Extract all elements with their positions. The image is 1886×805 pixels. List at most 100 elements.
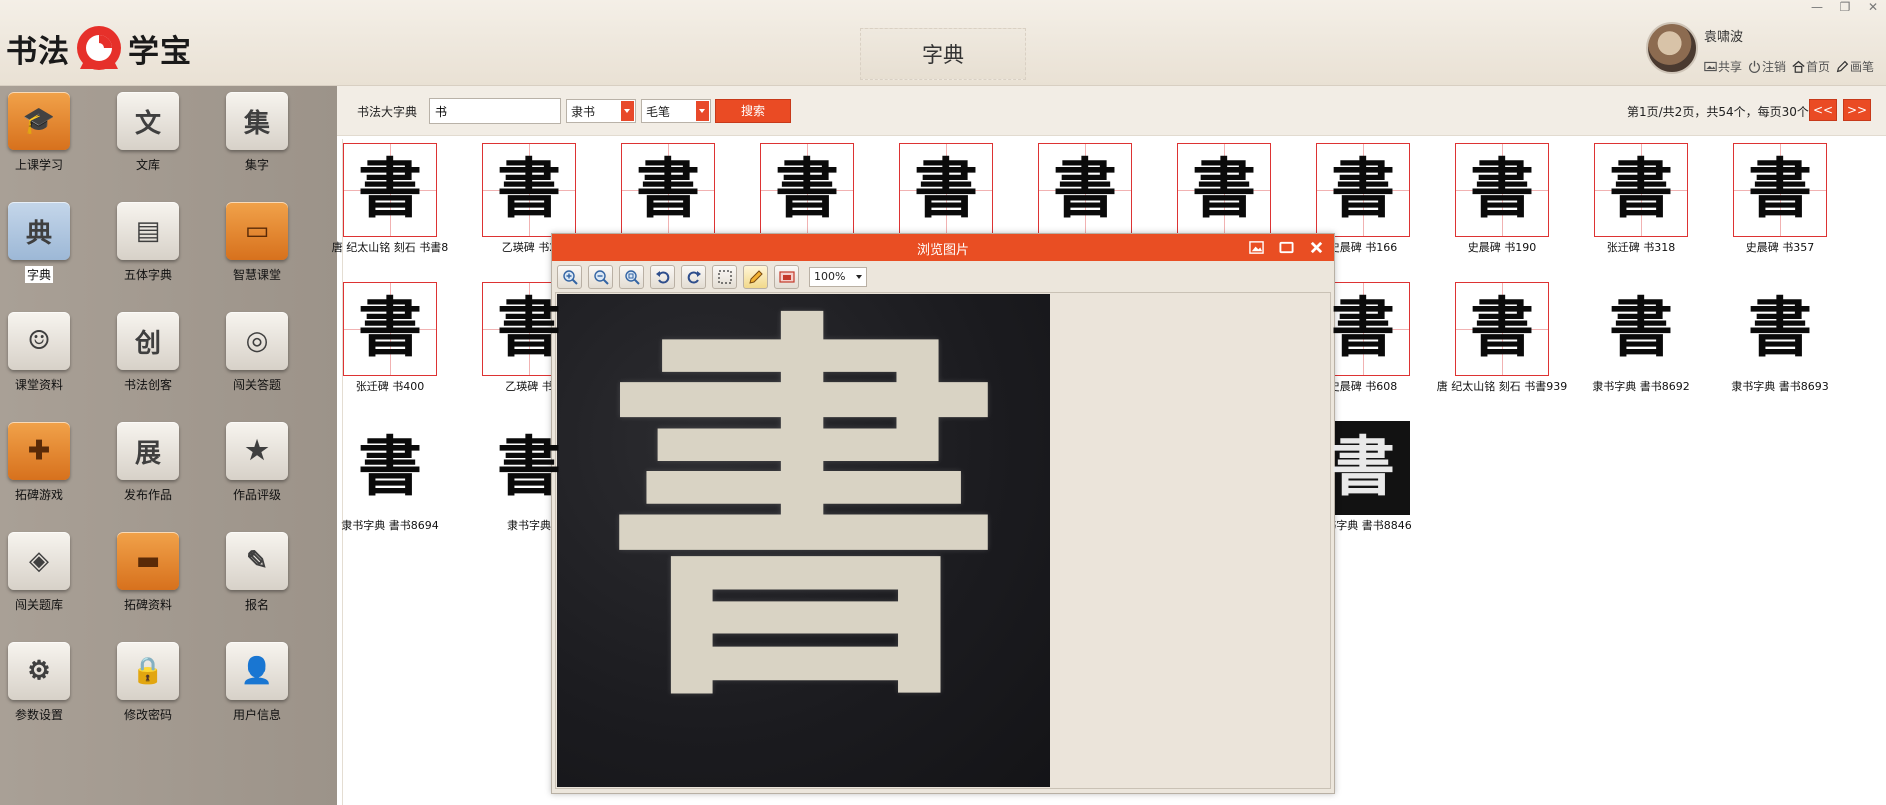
- create-icon[interactable]: 创: [117, 312, 179, 370]
- result-card[interactable]: 書张迁碑 书318: [1574, 143, 1708, 254]
- viewer-canvas[interactable]: 書: [555, 292, 1331, 789]
- character-thumbnail[interactable]: 書: [1733, 143, 1827, 237]
- writing-tool-select[interactable]: 毛笔: [641, 99, 711, 123]
- character-thumbnail[interactable]: 書: [760, 143, 854, 237]
- search-button[interactable]: 搜索: [715, 99, 791, 123]
- thumbnail-character: 書: [1331, 152, 1395, 227]
- collect-characters-icon[interactable]: 集: [226, 92, 288, 150]
- sidebar-item[interactable]: ★ 作品评级: [207, 422, 307, 503]
- sidebar-item[interactable]: ◎ 闯关答题: [207, 312, 307, 393]
- result-card[interactable]: 書隶书字典 書书8694: [323, 421, 457, 532]
- zoom-out-icon[interactable]: [588, 265, 613, 289]
- people-group-icon[interactable]: ☺: [8, 312, 70, 370]
- user-icon[interactable]: 👤: [226, 642, 288, 700]
- rotate-left-icon[interactable]: [650, 265, 675, 289]
- viewer-titlebar[interactable]: 浏览图片: [552, 234, 1334, 261]
- smart-classroom-icon[interactable]: ▭: [226, 202, 288, 260]
- library-icon[interactable]: 文: [117, 92, 179, 150]
- sidebar-item[interactable]: 文文库: [98, 92, 198, 173]
- sidebar-item-label: 拓碑游戏: [14, 488, 63, 502]
- zoom-level-select[interactable]: 100%: [809, 267, 867, 287]
- sidebar-item[interactable]: 创书法创客: [98, 312, 198, 393]
- zoom-in-icon[interactable]: [557, 265, 582, 289]
- chevron-down-icon[interactable]: [621, 101, 634, 121]
- prev-page-button[interactable]: <<: [1809, 99, 1837, 121]
- zoom-fit-icon[interactable]: [619, 265, 644, 289]
- sidebar-item[interactable]: 👤 用户信息: [207, 642, 307, 723]
- gamepad-icon[interactable]: ✚: [8, 422, 70, 480]
- script-style-select[interactable]: 隶书: [566, 99, 636, 123]
- rotate-right-icon[interactable]: [681, 265, 706, 289]
- result-card[interactable]: 書: [740, 143, 874, 241]
- result-card[interactable]: 書张迁碑 书400: [323, 282, 457, 393]
- picture-icon[interactable]: [1246, 238, 1266, 256]
- character-thumbnail[interactable]: 書: [1455, 143, 1549, 237]
- close-icon[interactable]: ✕: [1866, 0, 1880, 14]
- select-area-icon[interactable]: [712, 265, 737, 289]
- character-thumbnail[interactable]: 書: [482, 143, 576, 237]
- dictionary-icon[interactable]: 典: [8, 202, 70, 260]
- quiz-challenge-icon[interactable]: ◎: [226, 312, 288, 370]
- sidebar-item[interactable]: ☺ 课堂资料: [0, 312, 89, 393]
- character-thumbnail[interactable]: 書: [1038, 143, 1132, 237]
- character-thumbnail[interactable]: 書: [343, 421, 437, 515]
- character-thumbnail[interactable]: 書: [1594, 143, 1688, 237]
- logout-link[interactable]: 注销: [1748, 58, 1786, 75]
- home-link[interactable]: 首页: [1792, 58, 1830, 75]
- five-styles-book-icon[interactable]: ▤: [117, 202, 179, 260]
- character-thumbnail[interactable]: 書: [1316, 421, 1410, 515]
- character-thumbnail[interactable]: 書: [1316, 143, 1410, 237]
- result-card[interactable]: 書隶书字典 書书8692: [1574, 282, 1708, 393]
- sidebar-item[interactable]: ▤ 五体字典: [98, 202, 198, 283]
- sidebar-item[interactable]: 集集字: [207, 92, 307, 173]
- character-thumbnail[interactable]: 書: [343, 143, 437, 237]
- search-input[interactable]: [429, 98, 561, 124]
- lock-icon[interactable]: 🔒: [117, 642, 179, 700]
- avatar[interactable]: [1646, 22, 1698, 74]
- sidebar-item[interactable]: ⚙ 参数设置: [0, 642, 89, 723]
- result-card[interactable]: 書史晨碑 书190: [1435, 143, 1569, 254]
- result-card[interactable]: 書隶书字典 書书8693: [1713, 282, 1847, 393]
- character-thumbnail[interactable]: 書: [1316, 282, 1410, 376]
- result-card[interactable]: 書唐 纪太山铭 刻石 书書8: [323, 143, 457, 254]
- sidebar-item[interactable]: ◈ 闯关题库: [0, 532, 89, 613]
- sidebar-item[interactable]: 展发布作品: [98, 422, 198, 503]
- sidebar-item[interactable]: 🔒 修改密码: [98, 642, 198, 723]
- save-image-icon[interactable]: [774, 265, 799, 289]
- next-page-button[interactable]: >>: [1843, 99, 1871, 121]
- minimize-icon[interactable]: —: [1810, 0, 1824, 14]
- layers-icon[interactable]: ◈: [8, 532, 70, 590]
- character-thumbnail[interactable]: 書: [1177, 143, 1271, 237]
- pencil-icon[interactable]: [743, 265, 768, 289]
- maximize-icon[interactable]: [1276, 238, 1296, 256]
- maximize-icon[interactable]: ❐: [1838, 0, 1852, 14]
- result-card[interactable]: 書唐 纪太山铭 刻石 书書939: [1435, 282, 1569, 393]
- sidebar-item[interactable]: 典字典: [0, 202, 89, 283]
- result-card[interactable]: 書: [601, 143, 735, 241]
- sidebar-item[interactable]: ▬ 拓碑资料: [98, 532, 198, 613]
- share-link[interactable]: 共享: [1704, 58, 1742, 75]
- sidebar-item[interactable]: ✎ 报名: [207, 532, 307, 613]
- chevron-down-icon[interactable]: [696, 101, 709, 121]
- result-card[interactable]: 書: [879, 143, 1013, 241]
- sidebar-item[interactable]: ✚ 拓碑游戏: [0, 422, 89, 503]
- edit-form-icon[interactable]: ✎: [226, 532, 288, 590]
- brush-link[interactable]: 画笔: [1836, 58, 1874, 75]
- settings-gear-icon[interactable]: ⚙: [8, 642, 70, 700]
- exhibit-icon[interactable]: 展: [117, 422, 179, 480]
- character-thumbnail[interactable]: 書: [1594, 282, 1688, 376]
- sidebar-item[interactable]: ▭ 智慧课堂: [207, 202, 307, 283]
- graduation-cap-icon[interactable]: 🎓: [8, 92, 70, 150]
- sidebar-item[interactable]: 🎓 上课学习: [0, 92, 89, 173]
- character-thumbnail[interactable]: 書: [621, 143, 715, 237]
- book-icon[interactable]: ▬: [117, 532, 179, 590]
- character-thumbnail[interactable]: 書: [343, 282, 437, 376]
- close-icon[interactable]: [1306, 238, 1326, 256]
- result-card[interactable]: 書: [1157, 143, 1291, 241]
- character-thumbnail[interactable]: 書: [1455, 282, 1549, 376]
- result-card[interactable]: 書史晨碑 书357: [1713, 143, 1847, 254]
- character-thumbnail[interactable]: 書: [899, 143, 993, 237]
- result-card[interactable]: 書: [1018, 143, 1152, 241]
- character-thumbnail[interactable]: 書: [1733, 282, 1827, 376]
- star-rating-icon[interactable]: ★: [226, 422, 288, 480]
